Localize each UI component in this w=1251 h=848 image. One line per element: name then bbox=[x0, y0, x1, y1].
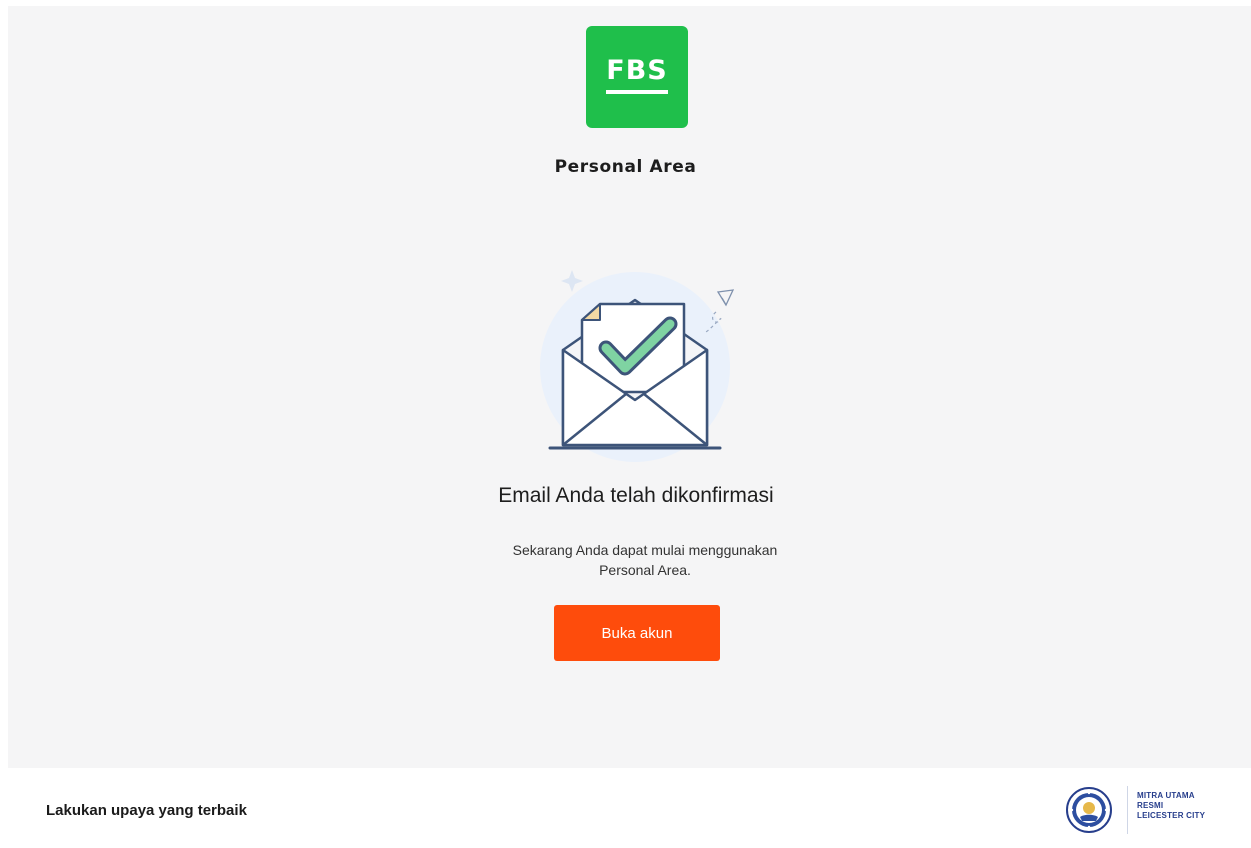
partner-line-1: MITRA UTAMA bbox=[1137, 791, 1195, 800]
envelope-checkmark-icon bbox=[540, 270, 735, 462]
partner-label: MITRA UTAMA RESMI LEICESTER CITY bbox=[1137, 791, 1247, 821]
partner-line-3: LEICESTER CITY bbox=[1137, 811, 1206, 820]
logo-text: FBS bbox=[606, 55, 668, 86]
logo-underline bbox=[606, 90, 668, 94]
page-title: Personal Area bbox=[554, 157, 697, 177]
footer-slogan: Lakukan upaya yang terbaik bbox=[46, 802, 247, 819]
footer: Lakukan upaya yang terbaik MITRA UTAMA R… bbox=[14, 768, 1251, 848]
confirmation-message: Sekarang Anda dapat mulai menggunakan Pe… bbox=[440, 540, 850, 580]
open-account-button[interactable]: Buka akun bbox=[554, 605, 720, 661]
message-line-1: Sekarang Anda dapat mulai menggunakan bbox=[512, 542, 778, 558]
partner-divider bbox=[1127, 786, 1128, 834]
partner-line-2: RESMI bbox=[1137, 801, 1164, 810]
page: FBS Personal Area Email Anda telah dikon… bbox=[0, 0, 1251, 848]
confirmation-headline: Email Anda telah dikonfirmasi bbox=[498, 484, 774, 507]
fbs-logo: FBS bbox=[586, 26, 688, 128]
leicester-city-crest-icon bbox=[1066, 787, 1112, 833]
message-line-2: Personal Area. bbox=[599, 562, 691, 578]
